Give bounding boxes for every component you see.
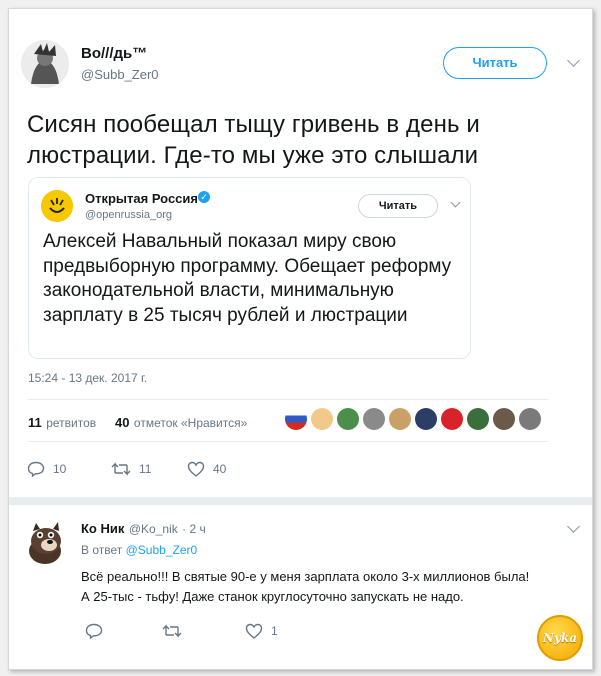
author-name[interactable]: Во///дь™ <box>81 45 147 62</box>
retweet-action[interactable]: 11 <box>111 461 151 477</box>
reply-like-action[interactable]: 1 <box>245 623 278 639</box>
retweet-stats[interactable]: 11 ретвитов <box>28 414 96 432</box>
reply-like-count: 1 <box>271 624 278 638</box>
liker-avatar[interactable] <box>519 408 541 430</box>
tweet-timestamp[interactable]: 15:24 - 13 дек. 2017 г. <box>28 371 147 385</box>
watermark-text: Nyka <box>542 631 578 645</box>
chevron-down-icon[interactable] <box>567 54 580 67</box>
reply-text-line2: А 25-тыс - тьфу! Даже станок круглосуточ… <box>81 589 464 604</box>
liker-avatar[interactable] <box>337 408 359 430</box>
liker-avatar[interactable] <box>493 408 515 430</box>
retweet-icon[interactable] <box>162 623 182 639</box>
divider <box>28 441 548 442</box>
like-icon <box>245 623 263 639</box>
likes-stats[interactable]: 40 отметок «Нравится» <box>115 414 247 432</box>
like-count: 40 <box>213 462 227 476</box>
section-separator <box>9 497 592 505</box>
liker-avatar[interactable] <box>467 408 489 430</box>
likes-label: отметок «Нравится» <box>133 416 248 430</box>
likes-count: 40 <box>115 415 130 430</box>
liker-avatar[interactable] <box>389 408 411 430</box>
tweet-text: Сисян пообещал тыщу гривень в день и люс… <box>27 111 480 169</box>
quoted-follow-label: Читать <box>378 200 418 212</box>
like-action[interactable]: 40 <box>187 461 226 477</box>
liker-avatar[interactable] <box>285 408 307 430</box>
follow-button[interactable]: Читать <box>443 47 547 79</box>
reply-action[interactable]: 10 <box>27 461 66 477</box>
quoted-avatar <box>41 190 73 222</box>
author-handle[interactable]: @Subb_Zer0 <box>81 67 159 82</box>
like-icon <box>187 461 205 477</box>
reply-count: 10 <box>53 462 67 476</box>
quoted-tweet-text: Алексей Навальный показал миру свою пред… <box>43 231 452 326</box>
reply-author-handle[interactable]: @Ko_nik <box>129 522 178 536</box>
quoted-author-handle[interactable]: @openrussia_org <box>85 209 172 221</box>
author-avatar[interactable] <box>21 40 69 88</box>
reply-age[interactable]: · 2 ч <box>182 522 206 536</box>
chevron-down-icon[interactable] <box>567 520 580 533</box>
reply-to-handle[interactable]: @Subb_Zer0 <box>126 543 198 557</box>
retweet-icon <box>111 462 131 476</box>
reply-text-line1: Всё реально!!! В святые 90-е у меня зарп… <box>81 569 530 584</box>
quoted-follow-button[interactable]: Читать <box>358 194 438 218</box>
screenshot-frame: Во///дь™ @Subb_Zer0 Читать Сисян пообеща… <box>8 8 593 670</box>
verified-icon: ✓ <box>198 191 210 203</box>
quoted-tweet[interactable]: Открытая Россия ✓ @openrussia_org Читать… <box>28 177 471 359</box>
retweets-label: ретвитов <box>46 416 97 430</box>
divider <box>28 399 548 400</box>
liker-avatar[interactable] <box>415 408 437 430</box>
watermark-logo: Nyka <box>537 615 583 661</box>
reply-icon <box>27 461 45 477</box>
liker-avatar[interactable] <box>441 408 463 430</box>
liker-avatar[interactable] <box>311 408 333 430</box>
reply-author-name[interactable]: Ко Ник <box>81 521 124 536</box>
follow-button-label: Читать <box>472 55 518 70</box>
reply-avatar[interactable] <box>21 515 71 565</box>
quoted-author-name[interactable]: Открытая Россия <box>85 191 198 206</box>
liker-avatar[interactable] <box>363 408 385 430</box>
reply-to: В ответ @Subb_Zer0 <box>81 543 197 557</box>
reply-to-prefix: В ответ <box>81 543 123 557</box>
chevron-down-icon[interactable] <box>450 197 461 208</box>
reply-header: Ко Ник @Ko_nik · 2 ч <box>81 520 206 538</box>
retweets-count: 11 <box>28 415 42 430</box>
retweet-count: 11 <box>139 462 152 476</box>
reply-icon[interactable] <box>85 623 103 639</box>
